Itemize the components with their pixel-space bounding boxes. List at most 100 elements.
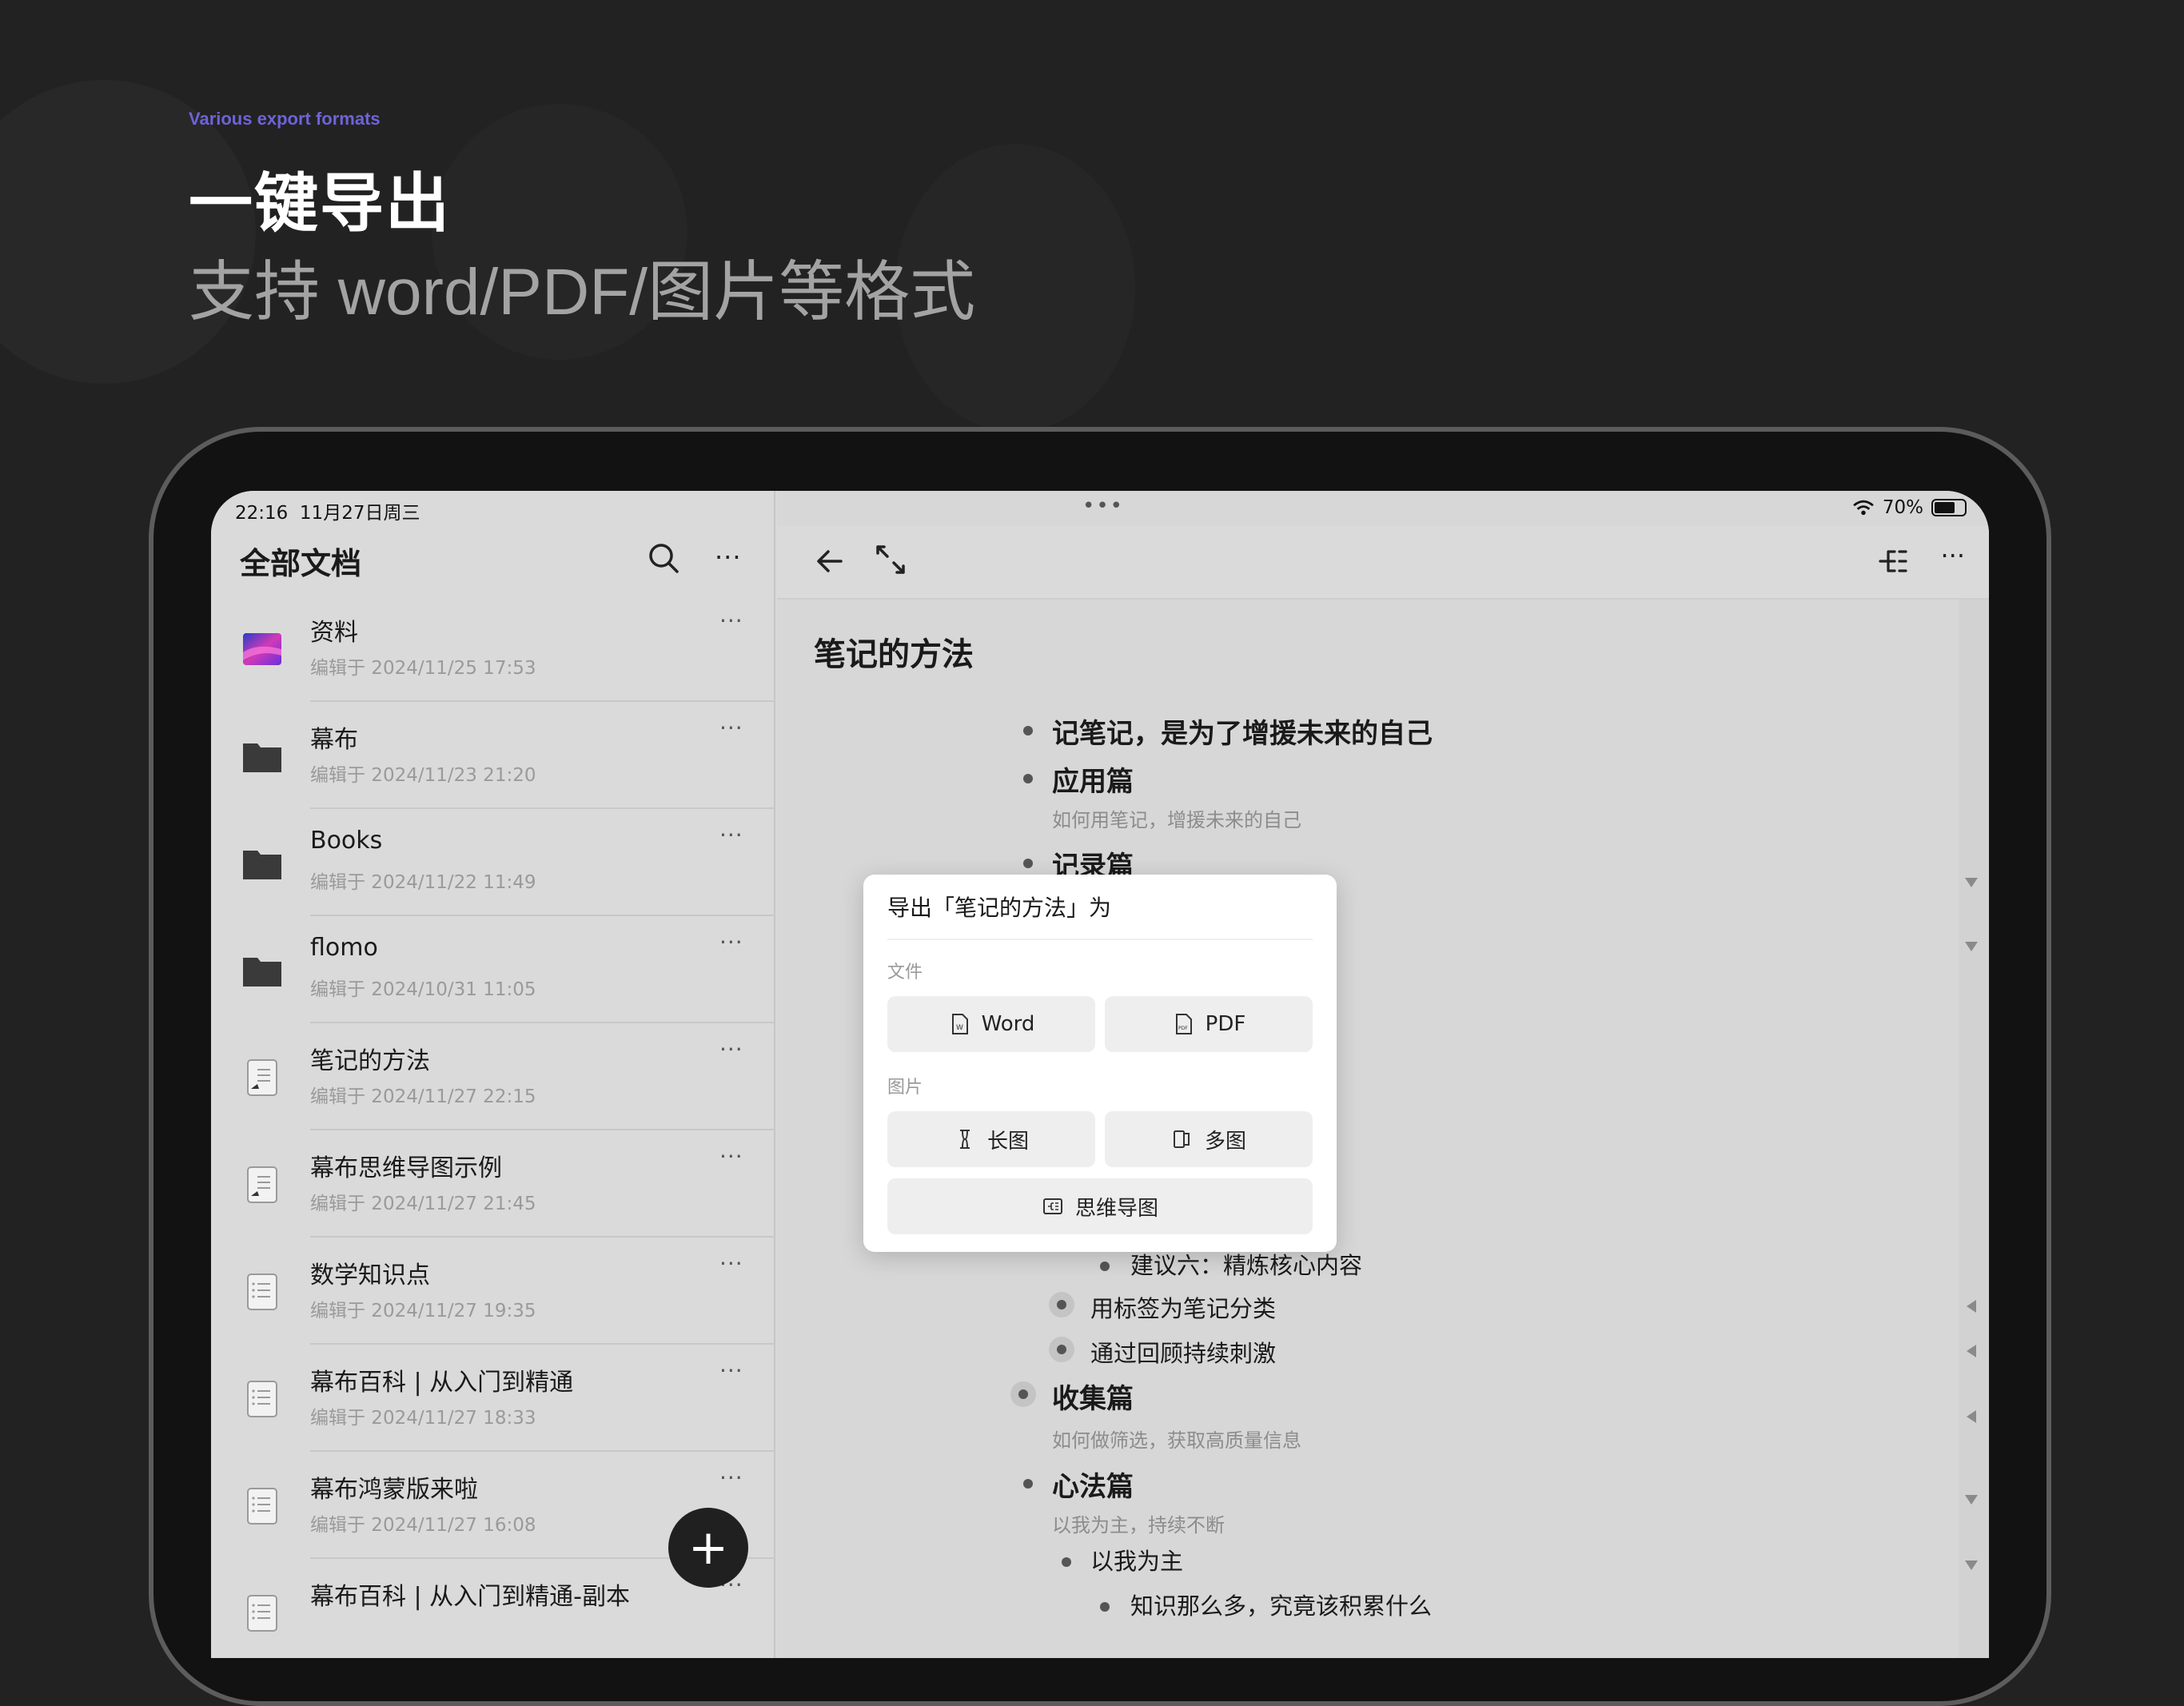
outline-note[interactable]: 如何做筛选，获取高质量信息 [1052,1425,1301,1453]
list-item[interactable]: Books 编辑于 2024/11/22 11:49 ··· [211,809,775,916]
image-section-label: 图片 [887,1078,923,1098]
document-icon [241,1271,283,1313]
promo-subtitle: Various export formats [189,109,381,129]
item-more-icon[interactable]: ··· [719,1143,743,1170]
image-folder-icon [241,628,283,670]
outline-line[interactable]: 记笔记，是为了增援未来的自己 [1052,711,1433,751]
expand-toggle-icon[interactable] [1967,1410,1976,1423]
status-time: 22:16 11月27日周三 [235,503,420,524]
export-word-button[interactable]: W Word [887,996,1095,1052]
list-item[interactable]: 资料 编辑于 2024/11/25 17:53 ··· [211,595,775,702]
item-name: 幕布 [310,726,358,754]
list-item[interactable]: 幕布百科 | 从入门到精通 编辑于 2024/11/27 18:33 ··· [211,1345,775,1452]
item-time: 编辑于 2024/11/27 16:08 [310,1515,536,1536]
expand-toggle-icon[interactable] [1967,1300,1976,1313]
outline-line[interactable]: 以我为主 [1090,1543,1183,1576]
multi-image-icon [1173,1130,1190,1148]
item-more-icon[interactable]: ··· [719,822,743,848]
item-time: 编辑于 2024/11/27 18:33 [310,1408,536,1429]
folder-icon [241,735,283,777]
add-document-button[interactable]: + [668,1508,748,1588]
collapse-toggle-icon[interactable] [1965,942,1978,951]
bullet-icon[interactable] [1023,1479,1033,1489]
bullet-icon[interactable] [1023,859,1033,868]
list-item[interactable]: 笔记的方法 编辑于 2024/11/27 22:15 ··· [211,1023,775,1130]
item-more-icon[interactable]: ··· [719,715,743,741]
word-file-icon: W [951,1014,968,1034]
item-name: 幕布鸿蒙版来啦 [310,1476,478,1504]
item-name: Books [310,827,383,855]
export-pdf-button[interactable]: PDF PDF [1105,996,1313,1052]
export-long-image-button[interactable]: 长图 [887,1111,1095,1167]
bullet-icon[interactable] [1023,774,1033,783]
mindmap-view-icon[interactable] [1875,544,1911,579]
expand-toggle-icon[interactable] [1967,1345,1976,1357]
item-more-icon[interactable]: ··· [719,929,743,955]
outline-line[interactable]: 用标签为笔记分类 [1090,1290,1276,1324]
status-bar: 22:16 11月27日周三 ••• 70% [211,491,1989,526]
collapsed-bullet-icon[interactable] [1049,1337,1074,1362]
item-more-icon[interactable]: ··· [719,1036,743,1062]
pdf-file-icon: PDF [1175,1014,1192,1034]
wifi-icon [1853,500,1874,516]
folder-icon [241,950,283,991]
document-sidebar: 全部文档 ··· 资料 编辑于 2024/11/25 17:53 ··· 幕布 … [211,491,775,1658]
multitask-handle[interactable]: ••• [1082,494,1124,518]
mindmap-doc-icon [241,1164,283,1206]
status-right: 70% [1852,497,1967,518]
list-item[interactable]: flomo 编辑于 2024/10/31 11:05 ··· [211,916,775,1023]
sidebar-more-icon[interactable]: ··· [715,542,742,572]
svg-text:W: W [956,1024,963,1032]
bullet-icon[interactable] [1023,726,1033,735]
item-name: 数学知识点 [310,1262,430,1289]
item-more-icon[interactable]: ··· [719,608,743,634]
collapsed-bullet-icon[interactable] [1010,1381,1036,1407]
bullet-icon[interactable] [1100,1262,1110,1271]
collapsed-bullet-icon[interactable] [1049,1292,1074,1317]
item-time: 编辑于 2024/11/22 11:49 [310,872,536,893]
outline-line[interactable]: 建议六：精炼核心内容 [1130,1247,1362,1281]
editor-toolbar: ··· [777,526,1989,598]
divider [887,939,1313,940]
item-time: 编辑于 2024/10/31 11:05 [310,979,536,1000]
long-image-icon [959,1130,970,1149]
item-more-icon[interactable]: ··· [719,1465,743,1491]
list-item[interactable]: 数学知识点 编辑于 2024/11/27 19:35 ··· [211,1238,775,1345]
mindmap-icon [1042,1198,1062,1214]
long-image-label: 长图 [986,1129,1029,1154]
outline-note[interactable]: 以我为主，持续不断 [1052,1509,1225,1537]
collapse-toggle-icon[interactable] [1965,1561,1978,1570]
list-item[interactable]: 幕布思维导图示例 编辑于 2024/11/27 21:45 ··· [211,1130,775,1238]
pdf-label: PDF [1205,1012,1246,1036]
export-multi-image-button[interactable]: 多图 [1105,1111,1313,1167]
item-more-icon[interactable]: ··· [719,1357,743,1384]
export-mindmap-button[interactable]: 思维导图 [887,1178,1313,1234]
collapse-toggle-icon[interactable] [1965,878,1978,887]
promo-description: 支持 word/PDF/图片等格式 [189,256,976,329]
sidebar-title: 全部文档 [240,546,362,581]
bullet-icon[interactable] [1062,1557,1071,1567]
collapse-toggle-icon[interactable] [1965,1495,1978,1505]
svg-text:PDF: PDF [1178,1026,1188,1031]
document-icon [241,1378,283,1420]
outline-line[interactable]: 知识那么多，究竟该积累什么 [1130,1588,1432,1621]
outline-line[interactable]: 通过回顾持续刺激 [1090,1335,1276,1369]
document-icon [241,1592,283,1634]
battery-icon [1931,499,1967,516]
outline-line[interactable]: 收集篇 [1052,1377,1134,1416]
outline-line[interactable]: 心法篇 [1052,1465,1134,1504]
outline-line[interactable]: 应用篇 [1052,759,1134,799]
item-more-icon[interactable]: ··· [719,1250,743,1277]
back-arrow-icon[interactable] [812,544,847,579]
list-item[interactable]: 幕布 编辑于 2024/11/23 21:20 ··· [211,702,775,809]
editor-more-icon[interactable]: ··· [1940,540,1965,571]
folder-icon [241,843,283,884]
outline-note[interactable]: 如何用笔记，增援未来的自己 [1052,804,1301,832]
document-title[interactable]: 笔记的方法 [814,628,974,675]
expand-icon[interactable] [873,542,908,577]
search-icon[interactable] [646,540,681,576]
item-name: 幕布百科 | 从入门到精通-副本 [310,1583,631,1611]
item-name: flomo [310,934,378,962]
item-name: 笔记的方法 [310,1047,430,1075]
bullet-icon[interactable] [1100,1602,1110,1612]
